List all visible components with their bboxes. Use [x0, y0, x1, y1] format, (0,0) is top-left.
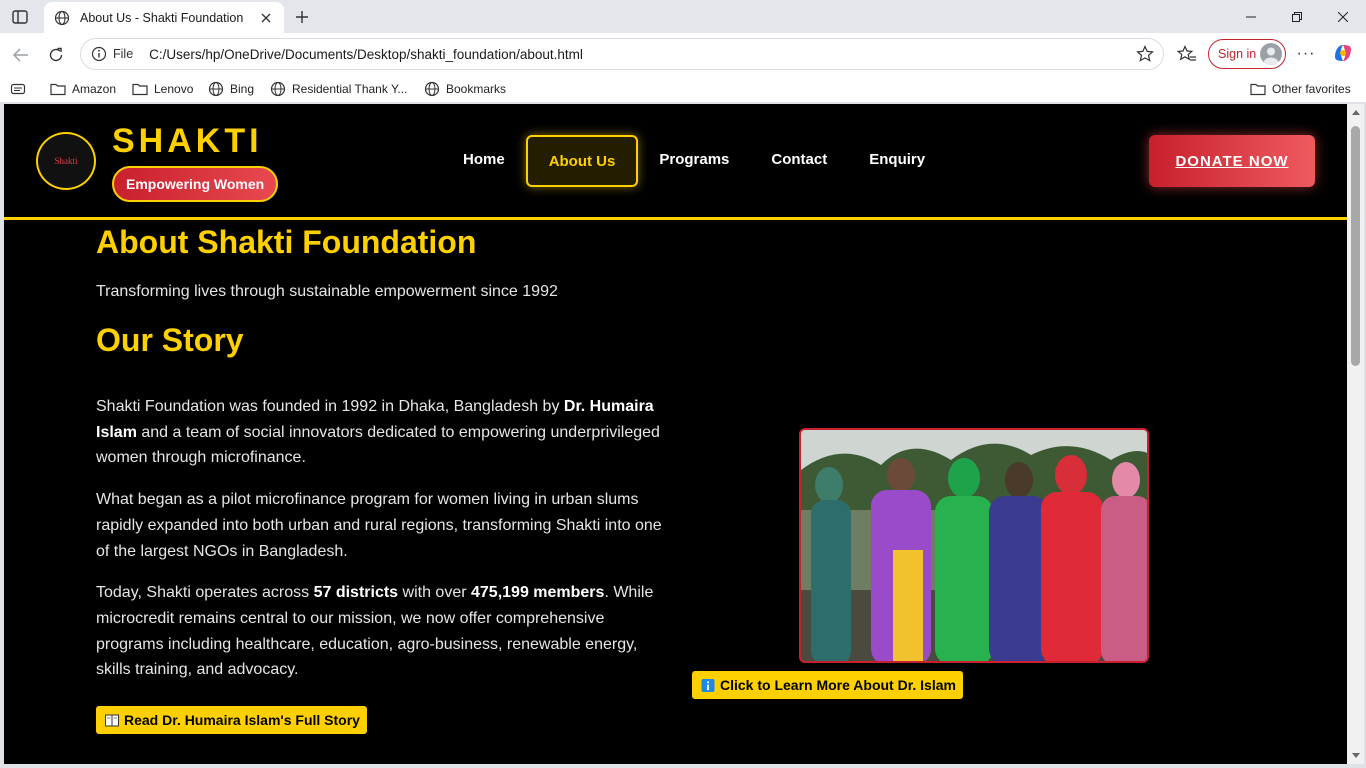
info-icon[interactable]	[91, 46, 107, 62]
page-scrollbar[interactable]	[1347, 104, 1364, 764]
favorite-star-icon[interactable]	[1135, 44, 1155, 64]
nav-enquiry[interactable]: Enquiry	[848, 135, 946, 187]
address-url[interactable]: C:/Users/hp/OneDrive/Documents/Desktop/s…	[149, 47, 1135, 62]
page-title: About Shakti Foundation	[96, 224, 477, 260]
active-tab[interactable]: About Us - Shakti Foundation	[44, 2, 284, 33]
bookmark-bookmarks[interactable]: Bookmarks	[424, 79, 506, 99]
donate-button[interactable]: DONATE NOW	[1149, 135, 1315, 187]
address-scheme: File	[113, 47, 134, 61]
bookmark-label: Bookmarks	[446, 82, 507, 96]
favorites-icon[interactable]	[1176, 43, 1198, 65]
window-controls	[1228, 0, 1366, 33]
bookmark-amazon[interactable]: Amazon	[50, 79, 116, 99]
learn-more-button[interactable]: Click to Learn More About Dr. Islam	[692, 671, 963, 699]
nav-programs[interactable]: Programs	[638, 135, 750, 187]
back-arrow-icon[interactable]	[8, 42, 34, 68]
globe-icon	[424, 81, 440, 97]
nav-home[interactable]: Home	[442, 135, 526, 187]
story-paragraph-1: Shakti Foundation was founded in 1992 in…	[96, 398, 660, 467]
other-favorites[interactable]: Other favorites	[1250, 79, 1351, 99]
bookmark-bing[interactable]: Bing	[208, 79, 254, 99]
bookmark-label: Lenovo	[154, 82, 194, 96]
maximize-icon[interactable]	[1274, 0, 1320, 33]
globe-icon	[270, 81, 286, 97]
info-icon	[701, 678, 715, 692]
web-page: Shakti SHAKTI Empowering Women Home Abou…	[4, 104, 1347, 764]
sign-in-button[interactable]: Sign in	[1208, 39, 1286, 69]
scroll-down-icon[interactable]	[1352, 753, 1360, 758]
tab-title: About Us - Shakti Foundation	[80, 10, 244, 25]
bookmark-label: Residential Thank Y...	[292, 82, 408, 96]
more-options-icon[interactable]: ···	[1294, 43, 1318, 65]
folder-icon	[132, 83, 148, 96]
other-favorites-label: Other favorites	[1272, 82, 1351, 96]
story-paragraph-2: What began as a pilot microfinance progr…	[96, 491, 662, 560]
browser-toolbar: File C:/Users/hp/OneDrive/Documents/Desk…	[0, 33, 1366, 75]
copilot-icon[interactable]	[1331, 41, 1355, 65]
close-tab-icon[interactable]	[258, 10, 274, 26]
logo[interactable]: Shakti	[36, 132, 96, 190]
avatar-icon	[1260, 43, 1282, 65]
tab-strip: About Us - Shakti Foundation	[0, 0, 1366, 33]
book-icon	[105, 714, 119, 726]
bookmark-lenovo[interactable]: Lenovo	[132, 79, 193, 99]
close-window-icon[interactable]	[1320, 0, 1366, 33]
page-subtitle: Transforming lives through sustainable e…	[96, 283, 558, 300]
story-text: Shakti Foundation was founded in 1992 in…	[96, 394, 668, 699]
story-heading: Our Story	[96, 322, 244, 358]
bookmark-label: Bing	[230, 82, 255, 96]
nav-contact[interactable]: Contact	[750, 135, 848, 187]
read-full-story-label: Read Dr. Humaira Islam's Full Story	[124, 712, 360, 728]
folder-icon	[1250, 83, 1266, 96]
new-tab-icon[interactable]	[290, 6, 314, 28]
tagline-badge: Empowering Women	[112, 166, 279, 202]
read-full-story-button[interactable]: Read Dr. Humaira Islam's Full Story	[96, 706, 367, 734]
minimize-icon[interactable]	[1228, 0, 1274, 33]
learn-more-label: Click to Learn More About Dr. Islam	[720, 677, 956, 693]
globe-icon	[54, 10, 70, 25]
sidebar-toggle-icon[interactable]	[8, 6, 32, 28]
globe-icon	[208, 81, 224, 97]
site-header: Shakti SHAKTI Empowering Women Home Abou…	[4, 104, 1347, 220]
folder-icon	[50, 83, 66, 96]
nav-about-us[interactable]: About Us	[525, 135, 639, 187]
bookmark-label: Amazon	[72, 82, 117, 96]
refresh-icon[interactable]	[43, 42, 69, 68]
logo-text: Shakti	[54, 156, 78, 166]
address-bar[interactable]: File C:/Users/hp/OneDrive/Documents/Desk…	[80, 38, 1164, 70]
bookmarks-bar: Amazon Lenovo Bing Residential Thank Y..…	[0, 75, 1366, 102]
scroll-up-icon[interactable]	[1352, 110, 1360, 115]
women-group-photo	[799, 428, 1149, 663]
brand-name: SHAKTI	[112, 122, 263, 160]
story-paragraph-3: Today, Shakti operates across 57 distric…	[96, 584, 654, 679]
bookmark-residential[interactable]: Residential Thank Y...	[270, 79, 407, 99]
main-nav: Home About Us Programs Contact Enquiry	[442, 135, 946, 187]
scroll-thumb[interactable]	[1351, 126, 1360, 366]
collections-icon[interactable]	[10, 81, 26, 97]
sign-in-label: Sign in	[1218, 47, 1257, 61]
